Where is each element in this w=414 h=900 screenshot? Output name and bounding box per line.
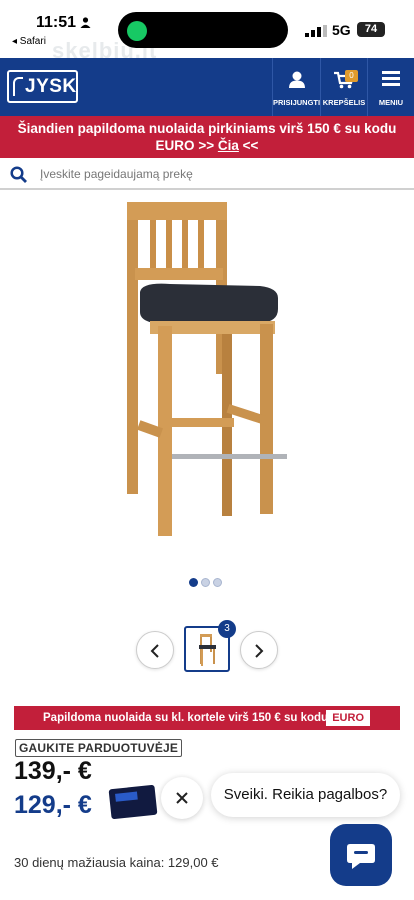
promo-banner: Šiandien papildoma nuolaida pirkiniams v… [0,116,414,158]
logo-bird-icon [13,77,23,96]
carousel-dot[interactable] [213,578,222,587]
bar-stool-image [127,202,287,536]
cart-label: KREPŠELIS [322,98,366,107]
loyalty-discount-banner: Papildoma nuolaida su kl. kortele virš 1… [14,706,400,730]
chat-greeting-bubble[interactable]: Sveiki. Reikia pagalbos? [211,773,400,817]
user-icon [288,71,305,88]
menu-label: MENIU [378,98,404,107]
regular-price: 139,- € [14,757,92,785]
search-icon[interactable] [10,166,27,183]
person-icon [80,17,91,28]
battery-icon: 74 [357,22,385,37]
store-pickup-tag: GAUKITE PARDUOTUVĖJE [15,739,183,757]
network-type: 5G [332,22,351,38]
chat-icon [347,844,375,869]
login-button[interactable]: PRISIJUNGTI [272,58,320,116]
image-carousel-dots [189,574,225,587]
loyalty-discount-text: Papildoma nuolaida su kl. kortele virš 1… [43,712,329,724]
chevron-right-icon [255,644,264,658]
cart-button[interactable]: 0 KREPŠELIS [320,58,367,116]
chat-open-button[interactable] [330,824,392,886]
search-input[interactable] [40,164,400,184]
hamburger-icon [382,71,400,86]
logo-text: JYSK [25,76,77,97]
back-to-safari-link[interactable]: ◂ Safari [12,36,46,47]
status-bar: 11:51 ◂ Safari skelbiu.lt 5G 74 [0,0,414,63]
search-bar [0,158,414,190]
gallery-prev-button[interactable] [136,631,174,669]
card-logo [115,791,138,802]
call-indicator-icon [127,21,147,41]
discount-code-badge: EURO [326,710,370,726]
jysk-logo[interactable]: JYSK [7,70,78,103]
signal-icon [305,25,327,37]
promo-arrows-right: << [242,138,259,153]
promo-link[interactable]: Čia [218,138,239,153]
carousel-dot[interactable] [201,578,210,587]
product-page: 11:51 ◂ Safari skelbiu.lt 5G 74 JYSK PRI… [0,0,414,900]
site-header: JYSK PRISIJUNGTI 0 KREPŠELIS MENIU [0,58,414,116]
loyalty-card-icon [108,784,158,820]
lowest-price-30-days: 30 dienų mažiausia kaina: 129,00 € [14,855,219,870]
dynamic-island [118,12,288,48]
chevron-left-icon [150,644,159,658]
carousel-dot[interactable] [189,578,198,587]
close-icon [176,792,188,804]
menu-button[interactable]: MENIU [367,58,414,116]
image-count-badge: 3 [218,620,236,638]
club-price: 129,- € [14,791,92,819]
cart-count-badge: 0 [345,70,358,82]
promo-arrows-left: >> [198,138,215,153]
login-label: PRISIJUNGTI [273,98,321,107]
chat-close-button[interactable] [161,777,203,819]
gallery-next-button[interactable] [240,631,278,669]
clock: 11:51 [36,14,77,31]
